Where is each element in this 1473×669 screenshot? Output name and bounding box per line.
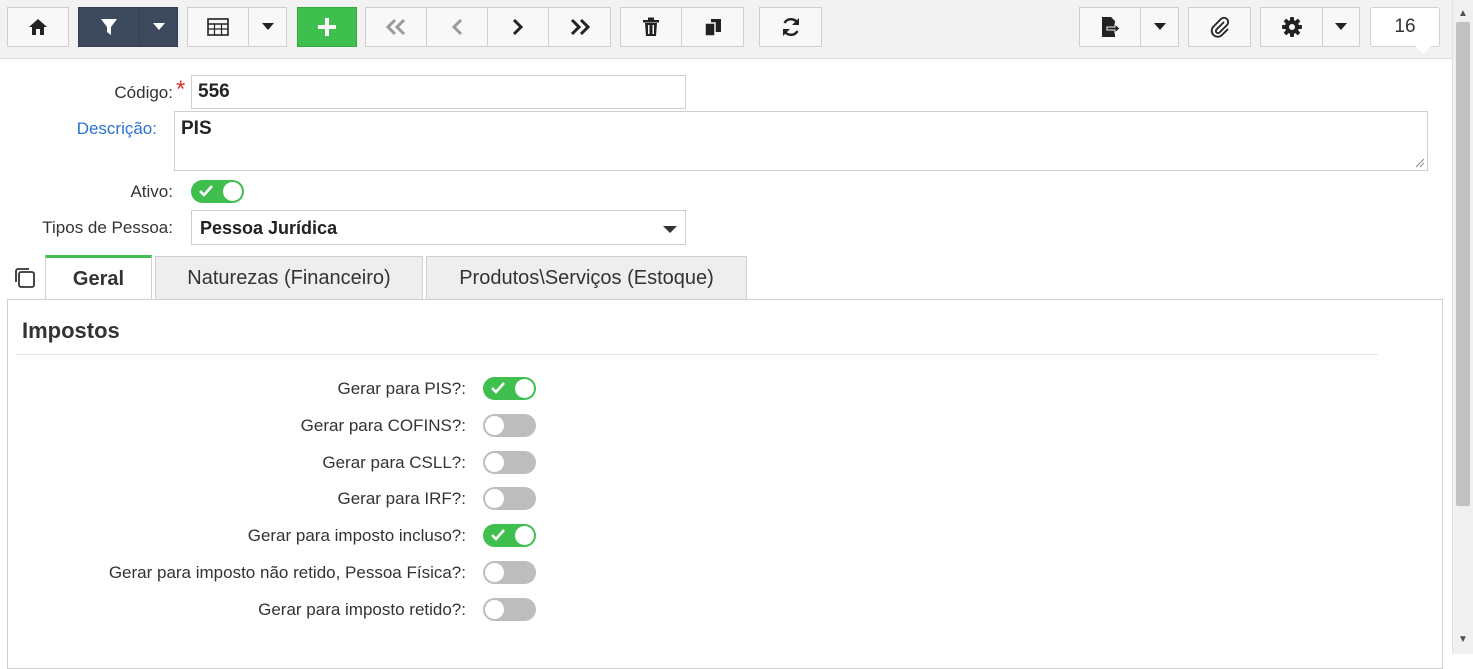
toggle-knob bbox=[485, 453, 504, 472]
double-chevron-left-icon bbox=[385, 18, 406, 36]
scroll-down-arrow-icon[interactable]: ▼ bbox=[1458, 634, 1468, 645]
home-button[interactable] bbox=[7, 7, 69, 47]
toggle-knob bbox=[485, 563, 504, 582]
resize-grip-icon[interactable] bbox=[1415, 158, 1425, 168]
toggle-knob bbox=[223, 182, 242, 201]
clone-icon[interactable] bbox=[13, 266, 37, 290]
descricao-label[interactable]: Descrição: bbox=[40, 119, 157, 139]
toggle-knob bbox=[485, 600, 504, 619]
impostos-section-title: Impostos bbox=[22, 318, 120, 343]
check-icon bbox=[199, 185, 213, 197]
plus-icon bbox=[318, 18, 336, 36]
trash-icon bbox=[643, 17, 659, 36]
next-record-button[interactable] bbox=[487, 7, 549, 47]
toggle-knob bbox=[515, 526, 534, 545]
filter-button[interactable] bbox=[78, 7, 140, 47]
caret-down-icon bbox=[152, 23, 165, 30]
gerar-imposto-nao-retido-pf-toggle[interactable] bbox=[483, 561, 536, 584]
descricao-textarea[interactable]: PIS bbox=[174, 111, 1428, 171]
gerar-pis-toggle[interactable] bbox=[483, 377, 536, 400]
last-record-button[interactable] bbox=[548, 7, 611, 47]
toolbar: 16 bbox=[0, 0, 1452, 59]
gerar-csll-label: Gerar para CSLL?: bbox=[322, 453, 466, 472]
attachment-button[interactable] bbox=[1188, 7, 1251, 47]
copy-icon bbox=[703, 19, 721, 37]
gerar-imposto-incluso-label: Gerar para imposto incluso?: bbox=[247, 526, 466, 545]
grid-view-button[interactable] bbox=[187, 7, 249, 47]
codigo-label: Código: bbox=[114, 83, 173, 102]
caret-down-icon bbox=[1335, 23, 1347, 30]
toggle-knob bbox=[515, 379, 534, 398]
gear-icon bbox=[1281, 17, 1302, 37]
export-button[interactable] bbox=[1079, 7, 1141, 47]
caret-down-icon bbox=[663, 226, 677, 233]
refresh-button[interactable] bbox=[759, 7, 822, 47]
chevron-left-icon bbox=[451, 18, 463, 36]
gerar-imposto-incluso-toggle[interactable] bbox=[483, 524, 536, 547]
double-chevron-right-icon bbox=[570, 18, 590, 36]
section-divider bbox=[16, 354, 1378, 355]
ativo-label: Ativo: bbox=[130, 182, 173, 201]
export-icon bbox=[1102, 17, 1121, 37]
gerar-cofins-label: Gerar para COFINS?: bbox=[300, 416, 466, 435]
ativo-toggle[interactable] bbox=[191, 180, 244, 203]
caret-down-icon bbox=[261, 23, 274, 30]
required-marker: * bbox=[176, 76, 186, 103]
grid-view-dropdown-button[interactable] bbox=[248, 7, 287, 47]
tipos-pessoa-select[interactable]: Pessoa Jurídica bbox=[191, 210, 686, 245]
settings-button[interactable] bbox=[1260, 7, 1323, 47]
filter-dropdown-button[interactable] bbox=[139, 7, 178, 47]
home-icon bbox=[29, 19, 47, 35]
gerar-cofins-toggle[interactable] bbox=[483, 414, 536, 437]
settings-dropdown-button[interactable] bbox=[1322, 7, 1360, 47]
add-button[interactable] bbox=[297, 7, 357, 47]
export-dropdown-button[interactable] bbox=[1140, 7, 1179, 47]
check-icon bbox=[491, 382, 505, 394]
caret-down-icon bbox=[1153, 23, 1166, 30]
gerar-imposto-retido-label: Gerar para imposto retido?: bbox=[258, 600, 466, 619]
gerar-irf-label: Gerar para IRF?: bbox=[337, 489, 467, 508]
record-count-badge: 16 bbox=[1370, 7, 1440, 54]
gerar-imposto-nao-retido-pf-label: Gerar para imposto não retido, Pessoa Fí… bbox=[108, 563, 466, 582]
tab-geral[interactable]: Geral bbox=[45, 255, 152, 300]
chevron-right-icon bbox=[512, 18, 524, 36]
tab-produtos-servicos-estoque[interactable]: Produtos\Serviços (Estoque) bbox=[426, 256, 747, 300]
delete-button[interactable] bbox=[620, 7, 682, 47]
table-icon bbox=[207, 18, 229, 36]
toggle-knob bbox=[485, 489, 504, 508]
scrollbar-thumb[interactable] bbox=[1456, 22, 1470, 506]
scroll-up-arrow-icon[interactable]: ▲ bbox=[1458, 8, 1468, 19]
paperclip-icon bbox=[1210, 16, 1229, 38]
tipos-pessoa-value: Pessoa Jurídica bbox=[200, 218, 338, 238]
tipos-pessoa-label: Tipos de Pessoa: bbox=[42, 218, 173, 237]
duplicate-button[interactable] bbox=[681, 7, 744, 47]
check-icon bbox=[491, 529, 505, 541]
vertical-scrollbar[interactable]: ▲ ▼ bbox=[1452, 0, 1473, 654]
refresh-icon bbox=[782, 18, 799, 36]
previous-record-button[interactable] bbox=[426, 7, 488, 47]
toggle-knob bbox=[485, 416, 504, 435]
tab-naturezas-financeiro[interactable]: Naturezas (Financeiro) bbox=[155, 256, 423, 300]
descricao-value: PIS bbox=[181, 118, 212, 139]
gerar-irf-toggle[interactable] bbox=[483, 487, 536, 510]
filter-icon bbox=[101, 19, 117, 35]
first-record-button[interactable] bbox=[365, 7, 427, 47]
codigo-input[interactable]: 556 bbox=[191, 75, 686, 109]
gerar-imposto-retido-toggle[interactable] bbox=[483, 598, 536, 621]
gerar-pis-label: Gerar para PIS?: bbox=[337, 379, 466, 398]
gerar-csll-toggle[interactable] bbox=[483, 451, 536, 474]
